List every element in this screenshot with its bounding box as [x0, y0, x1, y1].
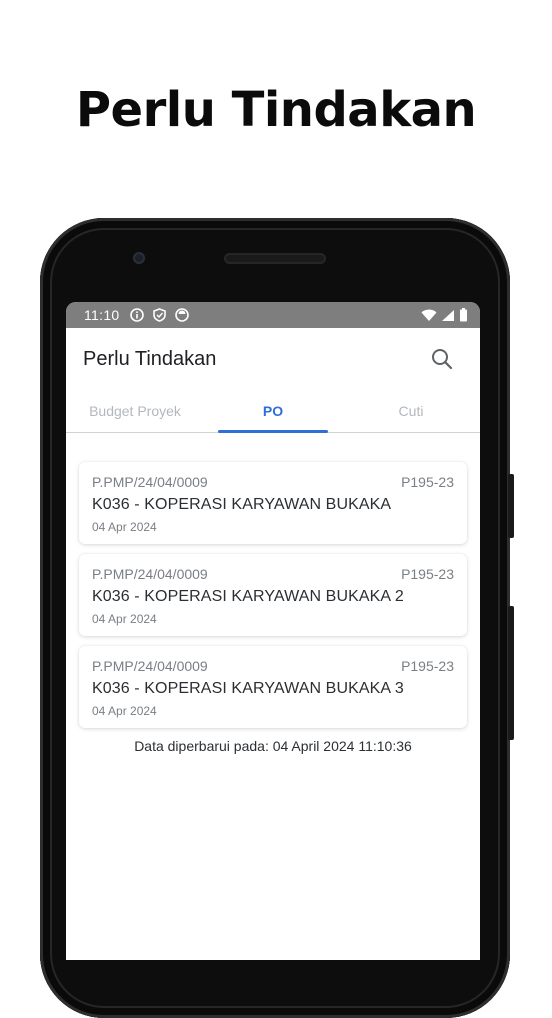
tab-bar: Budget Proyek PO Cuti [66, 390, 480, 433]
vendor-name: K036 - KOPERASI KARYAWAN BUKAKA 3 [92, 680, 404, 697]
project-code: P195-23 [401, 474, 454, 490]
list-item[interactable]: P.PMP/24/04/0009 P195-23 K036 - KOPERASI… [79, 554, 467, 636]
vendor-name: K036 - KOPERASI KARYAWAN BUKAKA 2 [92, 588, 404, 605]
speaker-grille [224, 253, 326, 264]
phone-screen: 11:10 Perlu Tindakan Budget Proyek PO Cu… [66, 302, 480, 960]
list-item[interactable]: P.PMP/24/04/0009 P195-23 K036 - KOPERASI… [79, 646, 467, 728]
po-number: P.PMP/24/04/0009 [92, 566, 208, 582]
last-updated-text: Data diperbarui pada: 04 April 2024 11:1… [134, 738, 412, 754]
po-date: 04 Apr 2024 [92, 612, 157, 626]
tab-cuti[interactable]: Cuti [342, 390, 480, 432]
po-number: P.PMP/24/04/0009 [92, 474, 208, 490]
wifi-icon [421, 309, 437, 321]
po-date: 04 Apr 2024 [92, 704, 157, 718]
vendor-name: K036 - KOPERASI KARYAWAN BUKAKA [92, 496, 392, 513]
power-button-frame [508, 474, 514, 538]
status-bar: 11:10 [66, 302, 480, 328]
project-code: P195-23 [401, 658, 454, 674]
po-number: P.PMP/24/04/0009 [92, 658, 208, 674]
page-title: Perlu Tindakan [83, 347, 217, 370]
app-bar: Perlu Tindakan [66, 328, 480, 390]
promo-headline: Perlu Tindakan [75, 82, 477, 138]
shield-icon [152, 308, 166, 322]
tab-budget-proyek[interactable]: Budget Proyek [66, 390, 204, 432]
camera-icon [133, 252, 145, 264]
search-icon[interactable] [430, 347, 454, 371]
tab-po[interactable]: PO [204, 390, 342, 433]
list-item[interactable]: P.PMP/24/04/0009 P195-23 K036 - KOPERASI… [79, 462, 467, 544]
battery-icon [460, 308, 467, 322]
volume-button-frame [508, 606, 514, 740]
project-code: P195-23 [401, 566, 454, 582]
po-list: P.PMP/24/04/0009 P195-23 K036 - KOPERASI… [66, 433, 480, 754]
status-time: 11:10 [84, 307, 120, 323]
info-icon [129, 308, 144, 322]
signal-icon [442, 309, 454, 321]
po-date: 04 Apr 2024 [92, 520, 157, 534]
notification-icon [174, 308, 189, 322]
